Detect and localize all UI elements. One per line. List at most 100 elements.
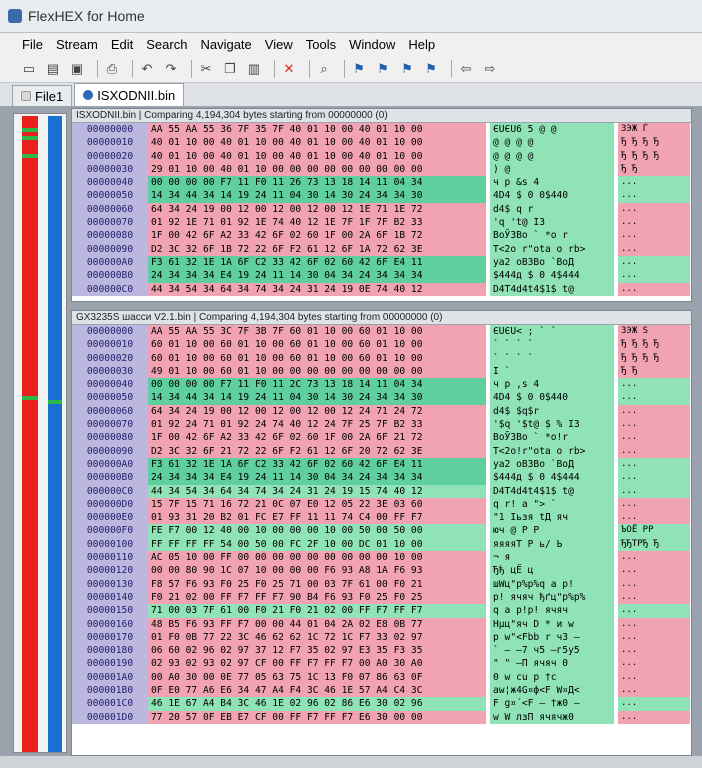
row-cyrillic[interactable]: ... [618,378,690,392]
row-ascii[interactable]: 'q 't@ I3 [490,216,614,230]
row-hex-bytes[interactable]: 71 00 03 7F 61 00 F0 21 F0 21 02 00 FF F… [148,604,486,618]
paste-icon[interactable]: ▥ [245,60,263,78]
menu-navigate[interactable]: Navigate [200,37,251,52]
row-ascii[interactable]: @ @ @ @ [490,136,614,150]
row-hex-bytes[interactable]: 60 01 10 00 60 01 10 00 60 01 10 00 60 0… [148,338,486,352]
row-ascii[interactable]: D4T4d4t4$1$ t@ [490,282,614,296]
menu-edit[interactable]: Edit [111,37,133,52]
row-ascii[interactable]: р! ячяч ђґц"р%р% [490,590,614,605]
hex-row[interactable]: 00000030 49 01 10 00 60 01 10 00 00 00 00… [72,364,691,379]
row-ascii[interactable]: D4T4d4t4$1$ t@ [490,484,614,498]
row-ascii[interactable]: р w"<Fbb r ч3 — [490,630,614,645]
menu-file[interactable]: File [22,37,43,52]
hex-row[interactable]: 00000030 29 01 10 00 40 01 10 00 00 00 00… [72,162,691,177]
hex-pane-compared[interactable]: GX3235S шасси V2.1.bin | Comparing 4,194… [71,310,692,756]
hex-row[interactable]: 00000050 14 34 44 34 14 19 24 11 04 30 14… [72,391,691,405]
row-cyrillic[interactable]: Ђ Ђ Ђ Ђ [618,149,690,163]
row-cyrillic[interactable]: ... [618,630,690,645]
hex-row[interactable]: 000000F0 FE F7 00 12 40 00 10 00 00 00 10… [72,524,691,538]
row-hex-bytes[interactable]: 01 F0 0B 77 22 3C 46 62 62 1C 72 1C F7 3… [148,630,486,645]
row-hex-bytes[interactable]: FE F7 00 12 40 00 10 00 00 00 10 00 50 0… [148,524,486,538]
row-ascii[interactable]: уa2 oВ3Bo `BoД [490,255,614,270]
row-cyrillic[interactable]: ... [618,604,690,618]
row-cyrillic[interactable]: ... [618,710,690,724]
hex-row[interactable]: 000001B0 0F E0 77 A6 E6 34 47 A4 F4 3C 46… [72,684,691,698]
row-cyrillic[interactable]: ... [618,564,690,578]
hex-row[interactable]: 00000020 40 01 10 00 40 01 10 00 40 01 10… [72,149,691,163]
row-hex-bytes[interactable]: 40 01 10 00 40 01 10 00 40 01 10 00 40 0… [148,149,486,163]
row-ascii[interactable]: ) @ [490,162,614,177]
row-cyrillic[interactable]: ... [618,644,690,658]
hex-row[interactable]: 000001D0 77 20 57 0F EB E7 CF 00 FF F7 FF… [72,710,691,724]
row-ascii[interactable]: q a р!р! ячяч [490,604,614,618]
row-hex-bytes[interactable]: 00 00 80 90 1C 07 10 00 00 00 F6 93 A8 1… [148,564,486,578]
row-ascii[interactable]: ЄUЄU< ; ` ` [490,325,614,339]
row-hex-bytes[interactable]: 24 34 34 34 E4 19 24 11 14 30 04 34 24 3… [148,269,486,283]
row-ascii[interactable]: '$q '$t@ $ % I3 [490,418,614,432]
row-ascii[interactable]: 4D4 $ 0 0$440 [490,391,614,405]
comparison-overview-bar[interactable] [13,113,67,753]
row-hex-bytes[interactable]: 01 93 31 20 B2 01 FC E7 FF 11 11 74 C4 0… [148,511,486,525]
bookmark-icon[interactable]: ⚑ [350,60,368,78]
row-ascii[interactable]: $444д $ 0 4$444 [490,269,614,283]
row-cyrillic[interactable]: ... [618,391,690,405]
row-cyrillic[interactable]: ЂЂТРЂ Ђ [618,537,690,552]
tab-isxodnii[interactable]: ISXODNII.bin [74,83,185,106]
hex-row[interactable]: 00000090 D2 3C 32 6F 21 72 22 6F F2 61 12… [72,444,691,458]
hex-row[interactable]: 000001C0 46 1E 67 A4 B4 3C 46 1E 02 96 02… [72,697,691,711]
menu-window[interactable]: Window [349,37,395,52]
row-cyrillic[interactable]: ... [618,684,690,698]
row-cyrillic[interactable]: ... [618,404,690,419]
hex-row[interactable]: 000000D0 15 7F 15 71 16 72 21 0C 07 E0 12… [72,497,691,512]
row-ascii[interactable]: BoЎ3Bo ` *o r [490,229,614,243]
row-hex-bytes[interactable]: 64 34 24 19 00 12 00 12 00 12 00 12 24 7… [148,404,486,419]
row-ascii[interactable]: @ @ @ @ [490,149,614,163]
row-cyrillic[interactable]: ... [618,617,690,631]
row-cyrillic[interactable]: ЗЭЖ Ѕ [618,325,690,339]
row-cyrillic[interactable]: ... [618,189,690,203]
row-cyrillic[interactable]: ... [618,697,690,711]
bookmark-clear-icon[interactable]: ⚑ [422,60,440,78]
row-cyrillic[interactable]: ... [618,484,690,498]
tab-file1[interactable]: File1 [12,85,73,106]
row-ascii[interactable]: d4$ $q$r [490,404,614,419]
row-cyrillic[interactable]: Ђ Ђ Ђ Ђ [618,136,690,150]
row-cyrillic[interactable]: ... [618,242,690,256]
save-icon[interactable]: ▣ [68,60,86,78]
menu-view[interactable]: View [265,37,293,52]
row-hex-bytes[interactable]: 06 60 02 96 02 97 37 12 F7 35 02 97 E3 3… [148,644,486,658]
row-hex-bytes[interactable]: 0F E0 77 A6 E6 34 47 A4 F4 3C 46 1E 57 A… [148,684,486,698]
row-hex-bytes[interactable]: F3 61 32 1E 1A 6F C2 33 42 6F 02 60 42 6… [148,255,486,270]
row-ascii[interactable]: аw¦ж4G¤ф<F W¤Д< [490,684,614,698]
row-hex-bytes[interactable]: AC 05 10 00 FF 00 00 00 00 00 00 00 00 0… [148,551,486,565]
hex-row[interactable]: 00000060 64 34 24 19 00 12 00 12 00 12 00… [72,404,691,419]
hex-row[interactable]: 00000130 F8 57 F6 93 F0 25 F0 25 71 00 03… [72,577,691,591]
row-ascii[interactable]: ч р &s 4 [490,176,614,190]
row-hex-bytes[interactable]: 00 00 00 00 F7 11 F0 11 2C 73 13 18 14 1… [148,378,486,392]
row-ascii[interactable]: шWц"р%р%q a р! [490,577,614,591]
row-cyrillic[interactable]: Ђ Ђ [618,364,690,379]
hex-row[interactable]: 00000110 AC 05 10 00 FF 00 00 00 00 00 00… [72,551,691,565]
hex-row[interactable]: 00000150 71 00 03 7F 61 00 F0 21 F0 21 02… [72,604,691,618]
row-cyrillic[interactable]: ... [618,590,690,605]
row-hex-bytes[interactable]: 14 34 44 34 14 19 24 11 04 30 14 30 24 3… [148,189,486,203]
row-hex-bytes[interactable]: D2 3C 32 6F 21 72 22 6F F2 61 12 6F 20 7… [148,444,486,458]
row-ascii[interactable]: " " —П ячяч 0 [490,657,614,671]
row-ascii[interactable]: Hµц"яч D * и w [490,617,614,631]
row-cyrillic[interactable]: ... [618,657,690,671]
bookmark-prev-icon[interactable]: ⚑ [374,60,392,78]
row-hex-bytes[interactable]: 46 1E 67 A4 B4 3C 46 1E 02 96 02 86 E6 3… [148,697,486,711]
hex-row[interactable]: 00000180 06 60 02 96 02 97 37 12 F7 35 02… [72,644,691,658]
row-cyrillic[interactable]: ... [618,497,690,512]
row-cyrillic[interactable]: Ђ Ђ Ђ Ђ [618,351,690,365]
hex-row[interactable]: 00000040 00 00 00 00 F7 11 F0 11 2C 73 13… [72,378,691,392]
row-cyrillic[interactable]: ... [618,255,690,270]
hex-row[interactable]: 00000040 00 00 00 00 F7 11 F0 11 26 73 13… [72,176,691,190]
menu-stream[interactable]: Stream [56,37,98,52]
hex-row[interactable]: 00000080 1F 00 42 6F A2 33 42 6F 02 60 1F… [72,229,691,243]
menu-tools[interactable]: Tools [306,37,336,52]
row-hex-bytes[interactable]: 15 7F 15 71 16 72 21 0C 07 E0 12 05 22 3… [148,497,486,512]
row-hex-bytes[interactable]: 64 34 24 19 00 12 00 12 00 12 00 12 1E 7… [148,202,486,217]
row-cyrillic[interactable]: ... [618,418,690,432]
hex-pane-original[interactable]: ISXODNII.bin | Comparing 4,194,304 bytes… [71,108,692,302]
